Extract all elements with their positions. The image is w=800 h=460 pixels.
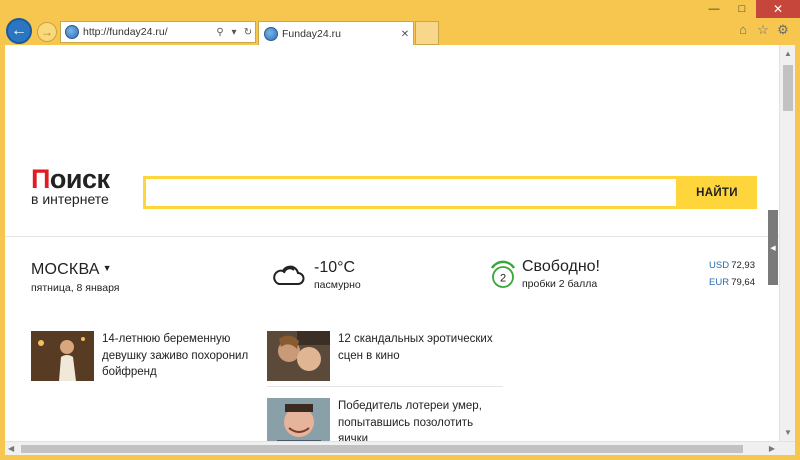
caret-down-icon: ▼ xyxy=(102,263,112,273)
rate-usd[interactable]: USD 72,93 xyxy=(709,260,755,271)
traffic-status: Свободно! xyxy=(522,258,600,275)
browser-window: — □ ✕ ← → http://funday24.ru/ ⚲ ▾ ↻ Fund… xyxy=(0,0,800,460)
weather-condition: пасмурно xyxy=(314,279,361,291)
tab-title: Funday24.ru xyxy=(282,28,341,40)
traffic-score: пробки 2 балла xyxy=(522,278,598,290)
news-headline[interactable]: 12 скандальных эротических сцен в кино xyxy=(338,331,498,381)
news-item[interactable]: 12 скандальных эротических сцен в кино xyxy=(267,331,498,381)
site-logo[interactable]: Поиск в интернете xyxy=(31,165,110,206)
logo-subtitle: в интернете xyxy=(31,191,109,207)
search-icon[interactable]: ⚲ xyxy=(213,27,227,38)
scroll-up-icon[interactable]: ▲ xyxy=(780,49,795,58)
rate-eur[interactable]: EUR 79,64 xyxy=(709,277,755,288)
address-bar[interactable]: http://funday24.ru/ ⚲ ▾ ↻ xyxy=(60,21,256,43)
arrow-left-icon: ◀ xyxy=(770,244,776,252)
new-tab-button[interactable] xyxy=(415,21,439,45)
navigation-bar: ← → http://funday24.ru/ ⚲ ▾ ↻ Funday24.r… xyxy=(0,14,800,46)
news-headline[interactable]: 14-летнюю беременную девушку заживо похо… xyxy=(102,331,262,381)
vertical-scrollbar[interactable]: ▲ ▼ xyxy=(779,45,795,441)
horizontal-scrollbar[interactable]: ◀ ▶ xyxy=(5,441,795,455)
logo-title: Поиск xyxy=(31,164,110,194)
scroll-right-icon[interactable]: ▶ xyxy=(769,442,775,455)
side-panel-toggle[interactable]: ◀ xyxy=(768,210,778,285)
divider xyxy=(267,386,503,387)
search-input[interactable] xyxy=(143,176,679,209)
traffic-gauge-icon: 2 xyxy=(490,260,516,288)
gear-icon[interactable]: ⚙ xyxy=(776,23,790,37)
currency-rates[interactable]: USD 72,93 EUR 79,64 xyxy=(709,260,755,294)
arrow-right-icon: → xyxy=(41,25,53,39)
page-viewport: Поиск в интернете НАЙТИ МОСКВА ▼ пятница,… xyxy=(5,45,795,455)
search-button[interactable]: НАЙТИ xyxy=(677,176,757,209)
horizontal-scroll-thumb[interactable] xyxy=(21,445,743,453)
news-thumbnail-image xyxy=(31,331,94,381)
back-button[interactable]: ← xyxy=(6,18,32,44)
weather-temperature: -10°C xyxy=(314,259,356,276)
home-icon[interactable]: ⌂ xyxy=(736,23,750,37)
tab-close-icon[interactable]: ✕ xyxy=(397,29,413,40)
tab-funday24[interactable]: Funday24.ru ✕ xyxy=(258,21,414,46)
city-widget[interactable]: МОСКВА ▼ пятница, 8 января xyxy=(31,261,119,294)
cloud-icon xyxy=(273,265,305,285)
favorites-star-icon[interactable]: ☆ xyxy=(756,23,770,37)
toolbar-icons: ⌂ ☆ ⚙ xyxy=(736,23,790,37)
dropdown-icon[interactable]: ▾ xyxy=(227,27,241,38)
scroll-down-icon[interactable]: ▼ xyxy=(780,428,795,437)
city-selector[interactable]: МОСКВА ▼ xyxy=(31,261,119,279)
divider xyxy=(5,236,779,237)
scroll-left-icon[interactable]: ◀ xyxy=(8,442,14,455)
site-globe-icon xyxy=(65,25,79,39)
refresh-icon[interactable]: ↻ xyxy=(241,27,255,38)
address-url[interactable]: http://funday24.ru/ xyxy=(83,26,213,38)
news-item[interactable]: 14-летнюю беременную девушку заживо похо… xyxy=(31,331,262,381)
vertical-scroll-thumb[interactable] xyxy=(783,65,793,111)
traffic-level: 2 xyxy=(500,273,506,285)
current-date: пятница, 8 января xyxy=(31,282,120,294)
news-thumbnail-image xyxy=(267,331,330,381)
arrow-left-icon: ← xyxy=(11,22,27,39)
tab-favicon-icon xyxy=(264,27,278,41)
forward-button[interactable]: → xyxy=(37,22,57,42)
